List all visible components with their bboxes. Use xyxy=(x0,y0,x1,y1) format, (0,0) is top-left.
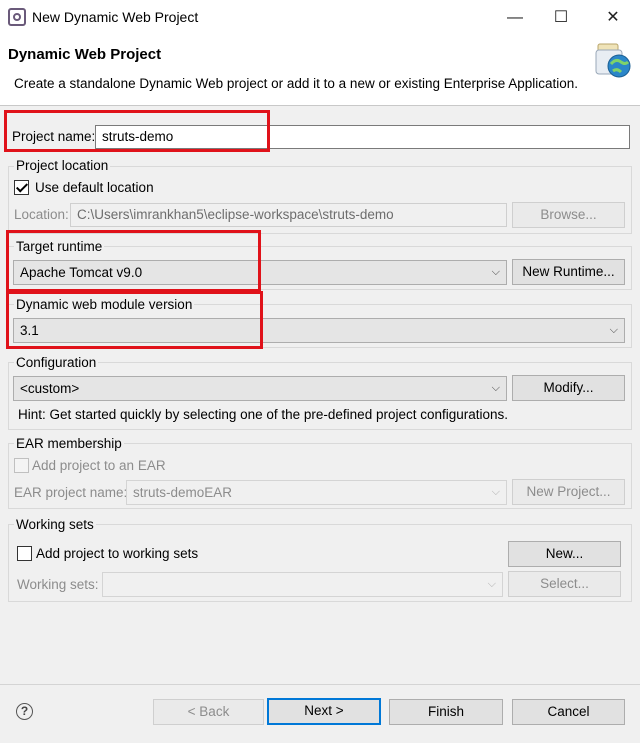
module-version-value: 3.1 xyxy=(20,323,39,338)
wizard-header: Dynamic Web Project Create a standalone … xyxy=(0,36,640,106)
project-location-group-label: Project location xyxy=(14,158,111,173)
web-project-wizard-icon xyxy=(595,43,631,78)
configuration-hint: Hint: Get started quickly by selecting o… xyxy=(18,407,509,422)
next-button[interactable]: Next > xyxy=(267,698,381,725)
use-default-location-checkbox[interactable] xyxy=(14,180,29,195)
module-version-group-label: Dynamic web module version xyxy=(14,297,195,312)
project-name-label: Project name: xyxy=(12,129,96,144)
new-working-set-button[interactable]: New... xyxy=(508,541,621,567)
back-button[interactable]: < Back xyxy=(153,699,264,725)
window-title: New Dynamic Web Project xyxy=(32,9,199,25)
ear-project-name-select[interactable]: struts-demoEAR ⌵ xyxy=(126,480,507,505)
page-description: Create a standalone Dynamic Web project … xyxy=(14,76,579,91)
chevron-down-icon: ⌵ xyxy=(491,486,500,498)
location-label: Location: xyxy=(14,207,69,222)
target-runtime-select[interactable]: Apache Tomcat v9.0 ⌵ xyxy=(13,260,507,285)
use-default-location-label: Use default location xyxy=(35,180,154,195)
ear-membership-group-label: EAR membership xyxy=(14,436,124,451)
maximize-icon[interactable]: ☐ xyxy=(538,4,584,32)
new-ear-project-button[interactable]: New Project... xyxy=(512,479,625,505)
target-runtime-value: Apache Tomcat v9.0 xyxy=(20,265,143,280)
add-to-ear-label: Add project to an EAR xyxy=(32,458,166,473)
chevron-down-icon: ⌵ xyxy=(491,382,500,394)
chevron-down-icon: ⌵ xyxy=(491,266,500,278)
location-input[interactable]: C:\Users\imrankhan5\eclipse-workspace\st… xyxy=(70,203,507,227)
finish-button[interactable]: Finish xyxy=(389,699,503,725)
title-bar: New Dynamic Web Project — ☐ ✕ xyxy=(0,0,640,36)
configuration-select[interactable]: <custom> ⌵ xyxy=(13,376,507,401)
chevron-down-icon: ⌵ xyxy=(609,324,618,336)
cancel-button[interactable]: Cancel xyxy=(512,699,625,725)
working-sets-group-label: Working sets xyxy=(14,517,96,532)
working-sets-label: Working sets: xyxy=(17,577,99,592)
ear-project-name-label: EAR project name: xyxy=(14,485,128,500)
add-to-working-sets-checkbox[interactable] xyxy=(17,546,32,561)
footer-divider xyxy=(0,684,640,685)
target-runtime-group-label: Target runtime xyxy=(14,239,105,254)
configuration-value: <custom> xyxy=(20,381,80,396)
ear-project-name-value: struts-demoEAR xyxy=(133,485,233,500)
modify-button[interactable]: Modify... xyxy=(512,375,625,401)
project-name-input[interactable]: struts-demo xyxy=(95,125,630,149)
configuration-group-label: Configuration xyxy=(14,355,99,370)
working-sets-select[interactable]: ⌵ xyxy=(102,572,503,597)
browse-button[interactable]: Browse... xyxy=(512,202,625,228)
help-icon[interactable]: ? xyxy=(16,703,33,720)
eclipse-app-icon xyxy=(8,8,26,26)
add-to-ear-checkbox[interactable] xyxy=(14,458,29,473)
add-to-working-sets-label: Add project to working sets xyxy=(36,546,199,561)
page-title: Dynamic Web Project xyxy=(8,46,162,63)
close-icon[interactable]: ✕ xyxy=(590,4,636,32)
chevron-down-icon: ⌵ xyxy=(487,578,496,590)
select-working-sets-button[interactable]: Select... xyxy=(508,571,621,597)
minimize-icon[interactable]: — xyxy=(492,4,538,32)
module-version-select[interactable]: 3.1 ⌵ xyxy=(13,318,625,343)
new-runtime-button[interactable]: New Runtime... xyxy=(512,259,625,285)
